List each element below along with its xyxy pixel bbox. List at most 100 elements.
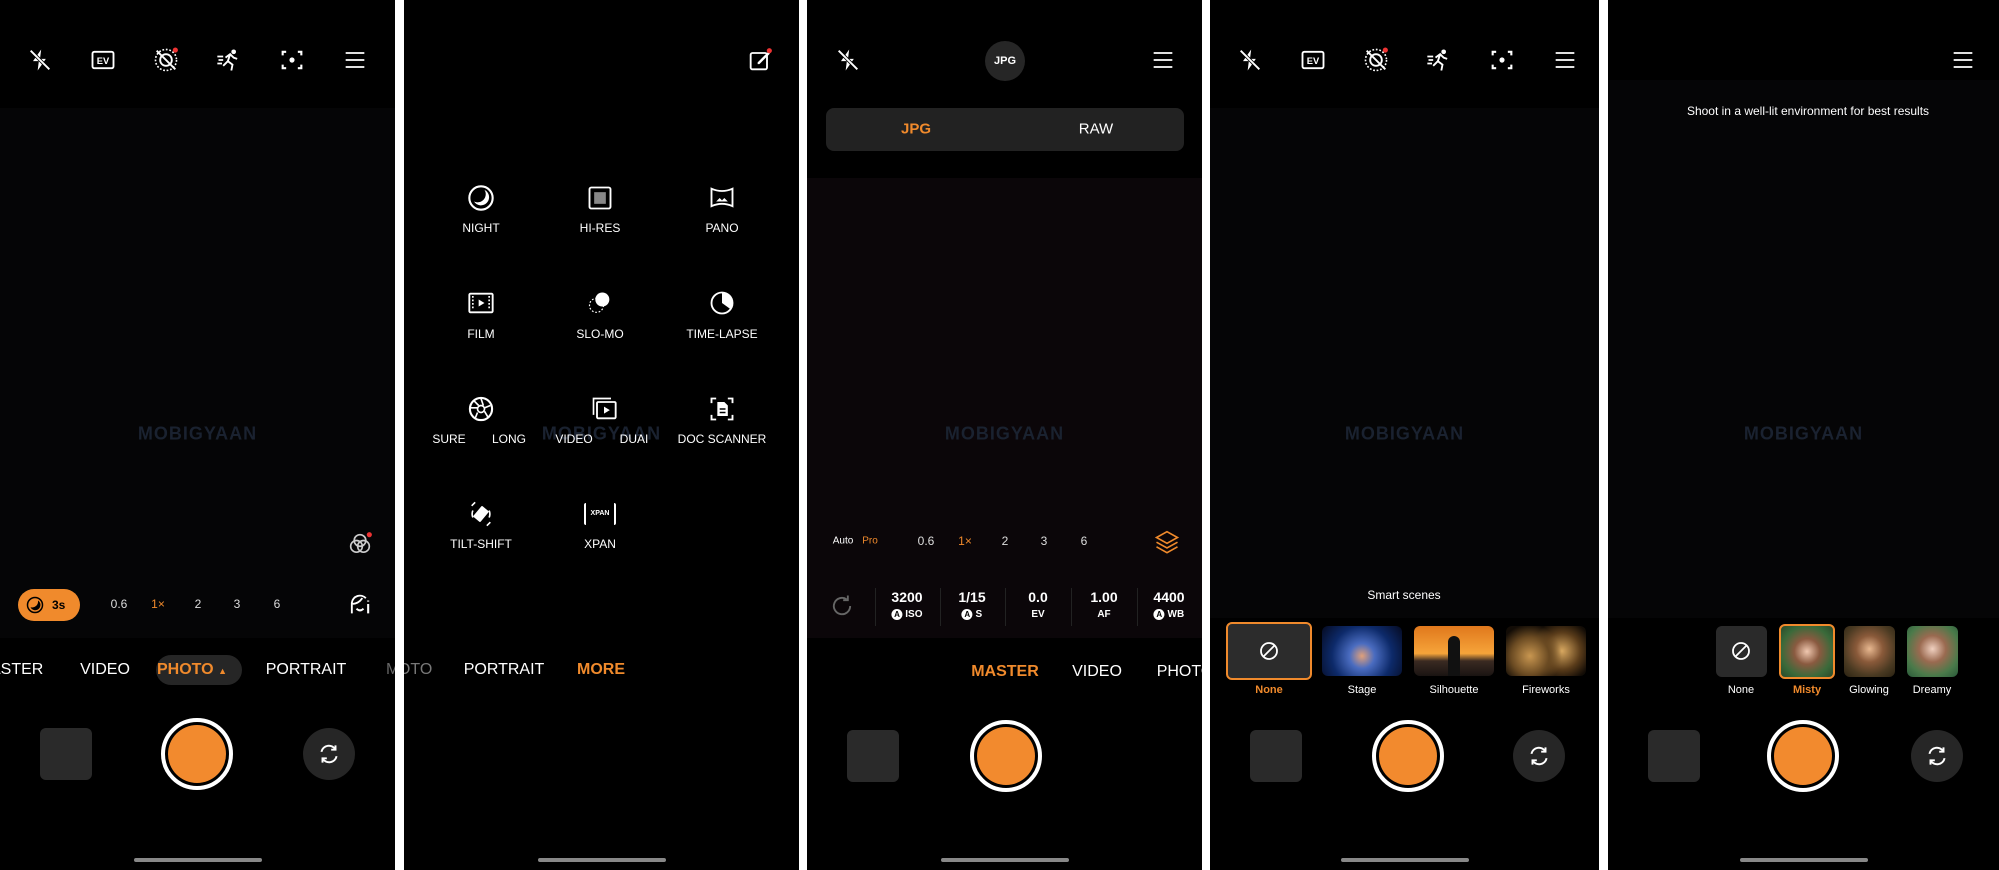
shutter-button[interactable] [970, 720, 1042, 792]
mode-hi-res[interactable]: HI-RES [580, 221, 621, 235]
zoom-1x[interactable]: 1× [151, 597, 165, 611]
flash-off-icon[interactable] [834, 46, 862, 74]
viewfinder[interactable] [0, 108, 395, 638]
gallery-thumbnail[interactable] [847, 730, 899, 782]
tilt-shift-icon[interactable] [467, 500, 495, 528]
mode-tilt-shift[interactable]: TILT-SHIFT [450, 537, 512, 551]
filter-none[interactable] [1716, 626, 1767, 677]
live-photo-off-icon[interactable] [152, 46, 180, 74]
pro-mode-toggle[interactable]: Pro [862, 536, 878, 547]
dual-video-icon[interactable] [590, 395, 618, 423]
param-af[interactable]: 1.00 AF [1090, 589, 1117, 620]
slo-mo-icon[interactable] [586, 289, 614, 317]
mode-time-lapse[interactable]: TIME-LAPSE [686, 327, 757, 341]
format-raw[interactable]: RAW [1079, 121, 1113, 138]
flash-off-icon[interactable] [26, 46, 54, 74]
mode-exposure-partial[interactable]: SURE [432, 432, 465, 446]
zoom-3[interactable]: 3 [234, 597, 241, 611]
doc-scanner-icon[interactable] [708, 395, 736, 423]
flash-off-icon[interactable] [1236, 46, 1264, 74]
zoom-6[interactable]: 6 [274, 597, 281, 611]
zoom-0.6[interactable]: 0.6 [918, 534, 935, 548]
pano-icon[interactable] [708, 184, 736, 212]
mode-long-partial[interactable]: LONG [492, 432, 526, 446]
flip-camera-button[interactable] [1911, 730, 1963, 782]
mode-more[interactable]: MORE [577, 661, 625, 679]
xpan-icon[interactable]: XPAN [584, 503, 616, 525]
mode-night[interactable]: NIGHT [462, 221, 499, 235]
mode-pano[interactable]: PANO [705, 221, 738, 235]
gallery-thumbnail[interactable] [1250, 730, 1302, 782]
hi-res-icon[interactable] [586, 184, 614, 212]
gallery-thumbnail[interactable] [40, 728, 92, 780]
motion-icon[interactable] [215, 46, 243, 74]
zoom-0.6[interactable]: 0.6 [111, 597, 128, 611]
night-icon[interactable] [467, 184, 495, 212]
layers-icon[interactable] [1153, 527, 1181, 555]
home-indicator[interactable] [537, 858, 666, 862]
zoom-1x[interactable]: 1× [958, 534, 972, 548]
format-toggle-button[interactable]: JPG [985, 41, 1025, 81]
flip-camera-button[interactable] [303, 728, 355, 780]
param-ev[interactable]: 0.0 EV [1028, 589, 1047, 620]
scene-fireworks[interactable] [1506, 626, 1586, 676]
ev-icon[interactable] [1299, 46, 1327, 74]
home-indicator[interactable] [1340, 858, 1469, 862]
auto-mode-toggle[interactable]: Auto [833, 536, 854, 547]
live-photo-off-icon[interactable] [1362, 46, 1390, 74]
mode-photo[interactable]: PHOTO [404, 661, 432, 679]
format-jpg[interactable]: JPG [901, 121, 931, 138]
mode-portrait[interactable]: PORTRAIT [464, 661, 545, 679]
mode-master[interactable]: MASTER [0, 661, 43, 679]
zoom-2[interactable]: 2 [195, 597, 202, 611]
filter-icon[interactable] [346, 530, 374, 558]
edit-icon[interactable] [746, 46, 774, 74]
zoom-2[interactable]: 2 [1002, 534, 1009, 548]
filter-misty[interactable] [1779, 624, 1835, 679]
mode-dual-partial[interactable]: DUAI [620, 432, 649, 446]
scene-none[interactable] [1226, 622, 1312, 680]
mode-doc-scanner[interactable]: DOC SCANNER [678, 432, 767, 446]
zoom-3[interactable]: 3 [1041, 534, 1048, 548]
param-wb[interactable]: 4400 A WB [1153, 589, 1185, 620]
mode-slo-mo[interactable]: SLO-MO [576, 327, 623, 341]
viewfinder[interactable] [1210, 108, 1599, 618]
mode-dual-video-partial[interactable]: VIDEO [555, 432, 592, 446]
scene-silhouette[interactable] [1414, 626, 1494, 676]
zoom-6[interactable]: 6 [1081, 534, 1088, 548]
shutter-button[interactable] [161, 718, 233, 790]
mode-video[interactable]: VIDEO [80, 661, 130, 679]
mode-portrait[interactable]: PORTRAIT [266, 661, 347, 679]
home-indicator[interactable] [940, 858, 1069, 862]
home-indicator[interactable] [1739, 858, 1868, 862]
mode-film[interactable]: FILM [467, 327, 494, 341]
aperture-icon[interactable] [467, 395, 495, 423]
mode-master[interactable]: MASTER [971, 663, 1039, 681]
shutter-button[interactable] [1372, 720, 1444, 792]
beauty-face-icon[interactable] [346, 590, 374, 618]
scene-stage[interactable] [1322, 626, 1402, 676]
viewfinder[interactable] [807, 178, 1202, 638]
motion-icon[interactable] [1425, 46, 1453, 74]
param-shutter[interactable]: 1/15 A S [958, 589, 986, 620]
focus-icon[interactable] [1488, 46, 1516, 74]
param-iso[interactable]: 3200 A ISO [891, 589, 923, 620]
filter-glowing[interactable] [1844, 626, 1895, 677]
film-icon[interactable] [467, 289, 495, 317]
reset-icon[interactable] [828, 592, 856, 620]
mode-xpan[interactable]: XPAN [584, 537, 616, 551]
mode-photo[interactable]: PHOTO ▲ [157, 661, 227, 679]
menu-icon[interactable] [341, 46, 369, 74]
filter-dreamy[interactable] [1907, 626, 1958, 677]
mode-video[interactable]: VIDEO [1072, 663, 1122, 681]
menu-icon[interactable] [1149, 46, 1177, 74]
night-timer-chip[interactable]: 3s [18, 589, 80, 621]
ev-icon[interactable] [89, 46, 117, 74]
focus-icon[interactable] [278, 46, 306, 74]
shutter-button[interactable] [1767, 720, 1839, 792]
menu-icon[interactable] [1551, 46, 1579, 74]
home-indicator[interactable] [133, 858, 262, 862]
mode-photo[interactable]: PHOTO [1157, 663, 1202, 681]
flip-camera-button[interactable] [1513, 730, 1565, 782]
mode-more[interactable]: MORE [386, 661, 395, 679]
